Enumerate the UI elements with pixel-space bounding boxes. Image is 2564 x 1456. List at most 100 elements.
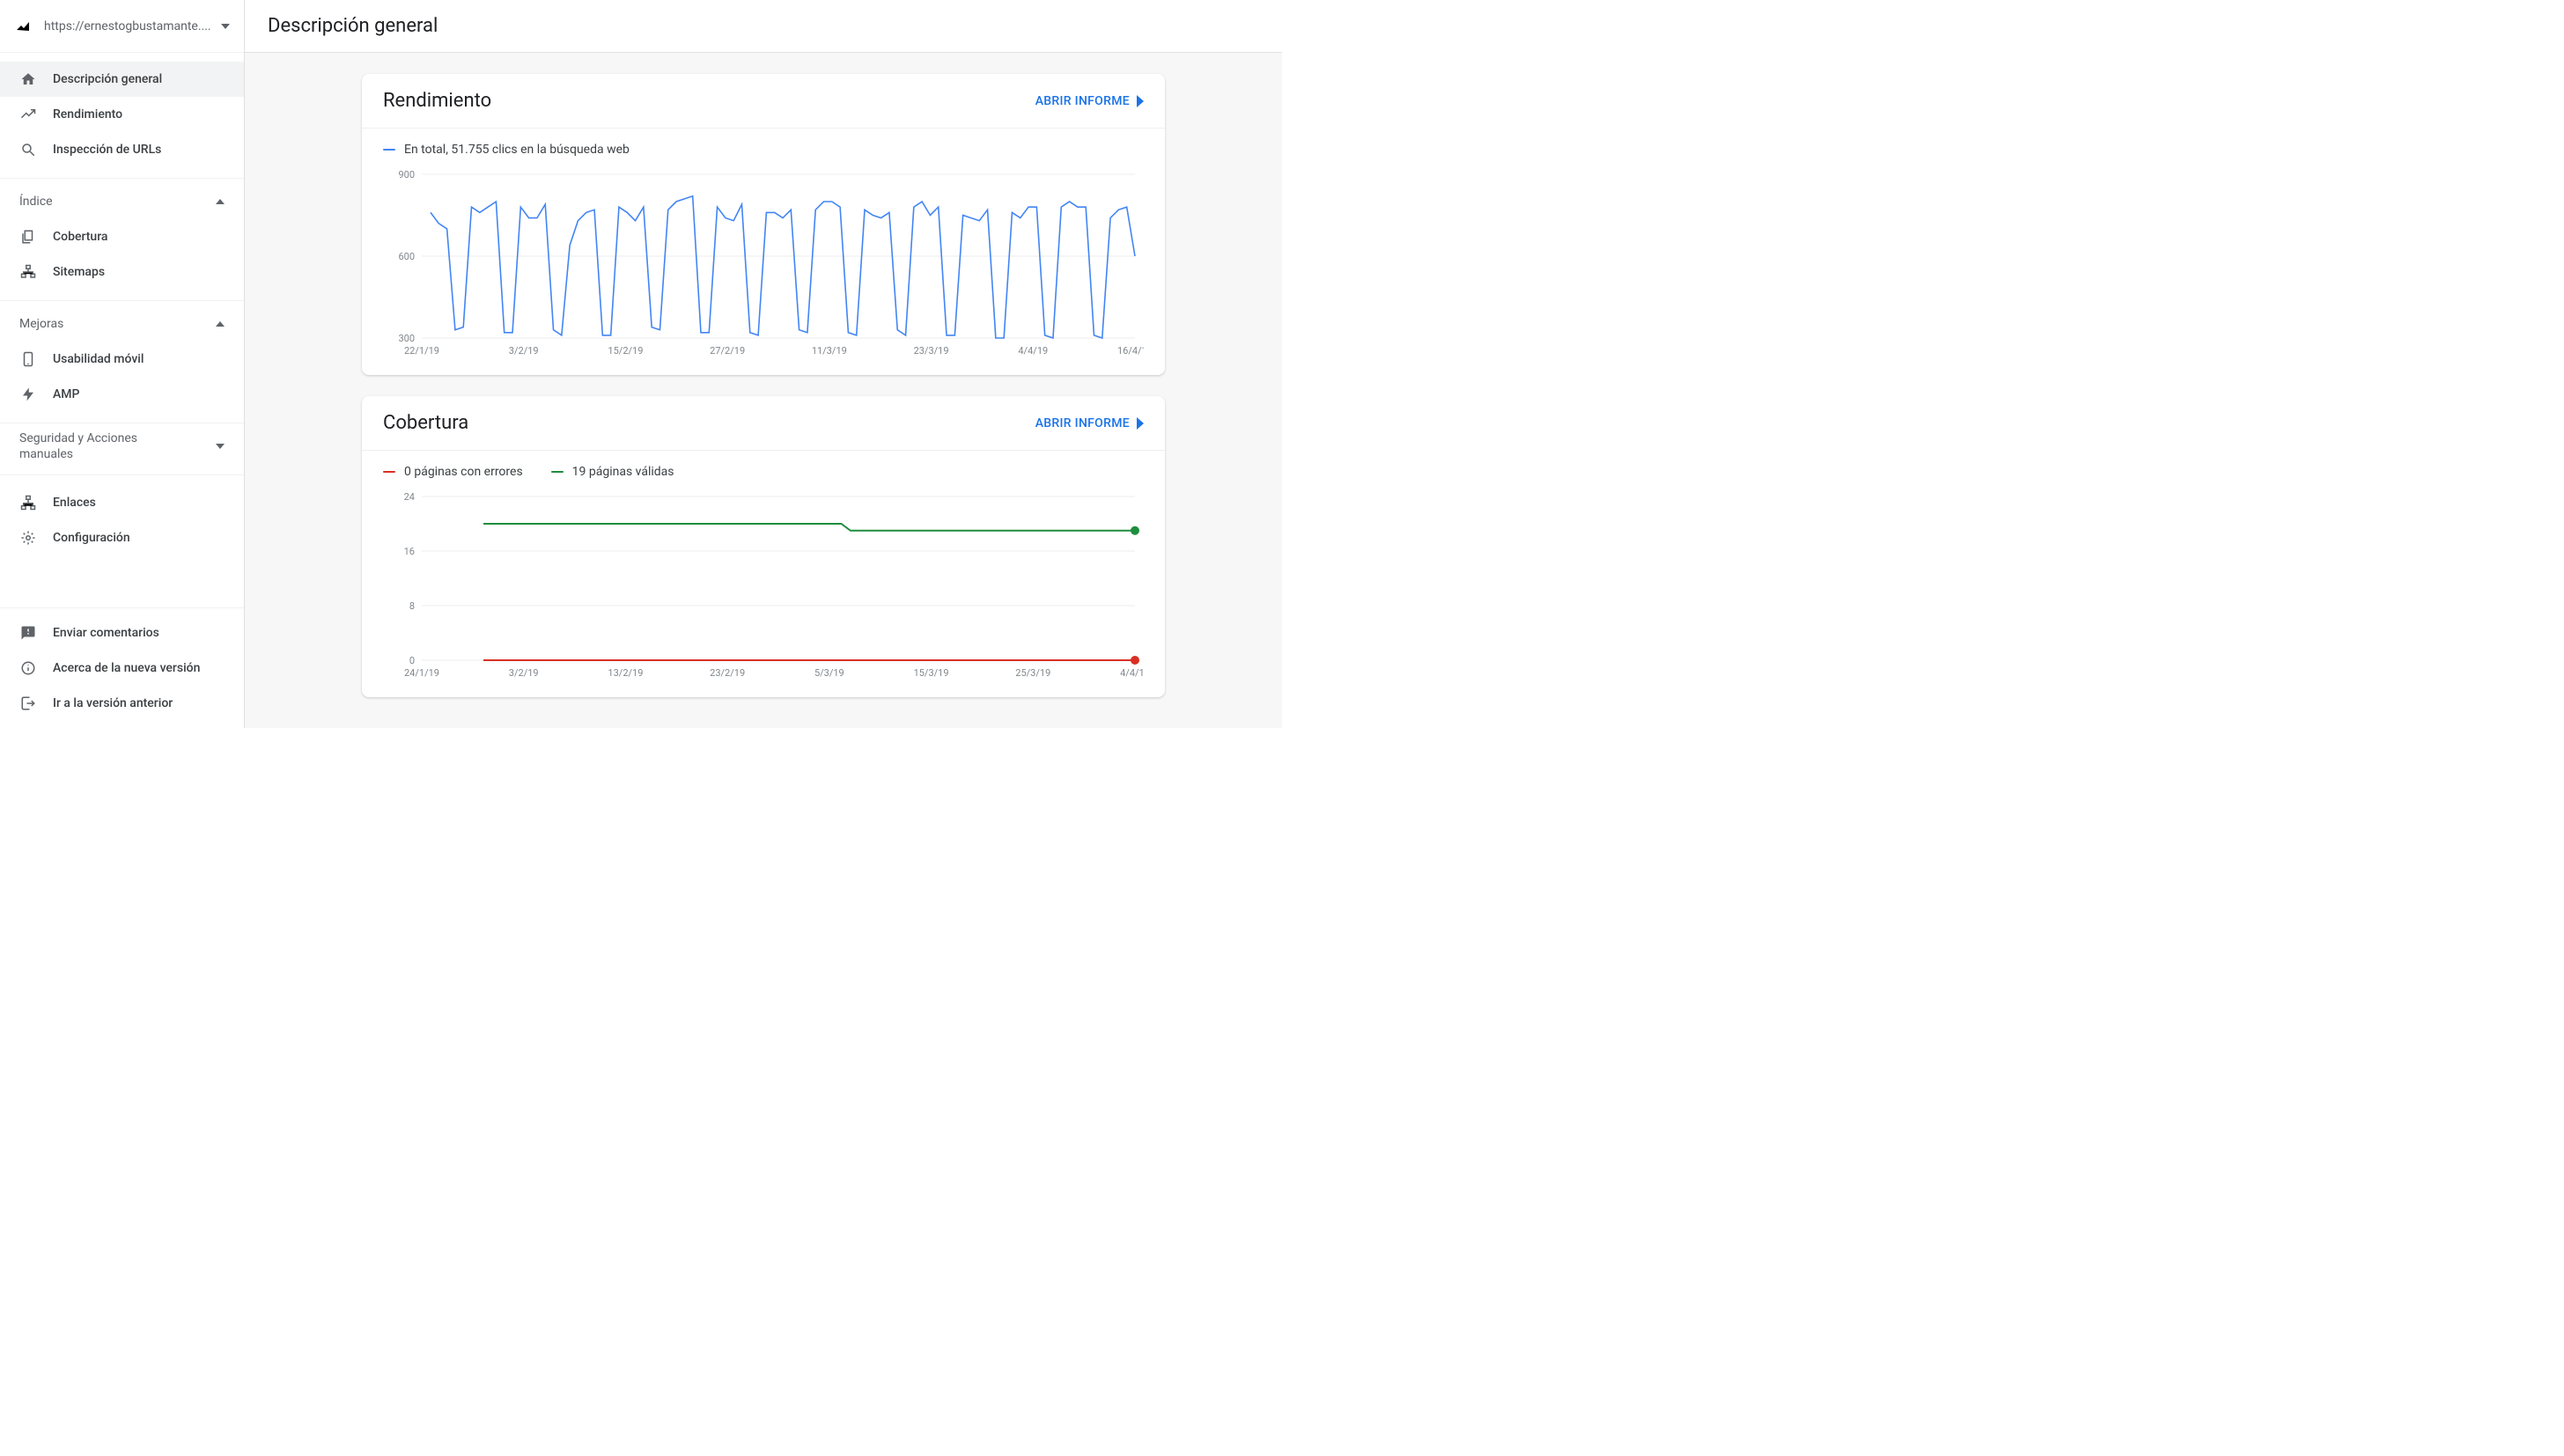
sidebar-item-amp[interactable]: AMP bbox=[0, 377, 244, 412]
sidebar-item-label: Sitemaps bbox=[53, 265, 105, 279]
property-url: https://ernestogbustamante.... bbox=[44, 19, 221, 33]
chevron-right-icon bbox=[1137, 417, 1144, 430]
section-title: Índice bbox=[19, 195, 53, 209]
open-report-label: ABRIR INFORME bbox=[1035, 94, 1130, 108]
sidebar-item-coverage[interactable]: Cobertura bbox=[0, 219, 244, 254]
card-title: Rendimiento bbox=[383, 90, 491, 112]
open-report-coverage[interactable]: ABRIR INFORME bbox=[1035, 416, 1144, 430]
swatch-blue bbox=[383, 149, 395, 151]
sidebar-item-label: Acerca de la nueva versión bbox=[53, 661, 200, 675]
open-report-performance[interactable]: ABRIR INFORME bbox=[1035, 94, 1144, 108]
svg-text:16/4/19: 16/4/19 bbox=[1117, 345, 1144, 357]
svg-text:15/3/19: 15/3/19 bbox=[914, 667, 949, 679]
svg-text:0: 0 bbox=[409, 655, 415, 666]
card-title: Cobertura bbox=[383, 412, 468, 434]
sidebar-item-label: Ir a la versión anterior bbox=[53, 696, 173, 710]
svg-text:24/1/19: 24/1/19 bbox=[404, 667, 439, 679]
svg-text:4/4/19: 4/4/19 bbox=[1018, 345, 1048, 357]
svg-text:900: 900 bbox=[398, 169, 415, 180]
svg-text:600: 600 bbox=[398, 251, 415, 262]
header: Descripción general bbox=[245, 0, 1282, 53]
sidebar-item-config[interactable]: Configuración bbox=[0, 520, 244, 555]
exit-icon bbox=[19, 695, 37, 712]
trend-icon bbox=[19, 106, 37, 123]
svg-text:8: 8 bbox=[409, 600, 415, 612]
mobile-icon bbox=[19, 350, 37, 368]
sidebar-item-links[interactable]: Enlaces bbox=[0, 485, 244, 520]
svg-text:5/3/19: 5/3/19 bbox=[814, 667, 844, 679]
svg-text:3/2/19: 3/2/19 bbox=[509, 345, 539, 357]
feedback-icon bbox=[19, 624, 37, 642]
sidebar-item-label: Rendimiento bbox=[53, 107, 122, 121]
svg-text:24: 24 bbox=[404, 491, 415, 503]
sidebar-item-label: Inspección de URLs bbox=[53, 143, 161, 157]
legend-label: 19 páginas válidas bbox=[572, 465, 674, 479]
sidebar-item-label: AMP bbox=[53, 387, 79, 401]
page-title: Descripción general bbox=[268, 15, 438, 37]
svg-text:22/1/19: 22/1/19 bbox=[404, 345, 439, 357]
property-favicon bbox=[14, 18, 32, 35]
section-index-header[interactable]: Índice bbox=[0, 178, 244, 219]
links-icon bbox=[19, 494, 37, 511]
legend-label: En total, 51.755 clics en la búsqueda we… bbox=[404, 143, 630, 157]
content: Rendimiento ABRIR INFORME En total, 51.7… bbox=[245, 53, 1282, 728]
sidebar-item-label: Cobertura bbox=[53, 230, 107, 244]
sidebar-item-label: Usabilidad móvil bbox=[53, 352, 144, 366]
svg-text:27/2/19: 27/2/19 bbox=[710, 345, 745, 357]
svg-text:25/3/19: 25/3/19 bbox=[1015, 667, 1050, 679]
sidebar-item-label: Enlaces bbox=[53, 496, 96, 510]
svg-text:16: 16 bbox=[404, 546, 415, 557]
swatch-green bbox=[551, 471, 564, 473]
main: Descripción general Rendimiento ABRIR IN… bbox=[245, 0, 1282, 728]
legend-label: 0 páginas con errores bbox=[404, 465, 523, 479]
info-icon bbox=[19, 659, 37, 677]
section-title: Mejoras bbox=[19, 317, 63, 331]
svg-text:3/2/19: 3/2/19 bbox=[509, 667, 539, 679]
chevron-up-icon bbox=[216, 321, 225, 327]
sitemap-icon bbox=[19, 263, 37, 281]
home-icon bbox=[19, 70, 37, 88]
sidebar-item-feedback[interactable]: Enviar comentarios bbox=[0, 615, 244, 651]
legend-clicks: En total, 51.755 clics en la búsqueda we… bbox=[383, 143, 630, 157]
sidebar-item-label: Configuración bbox=[53, 531, 130, 545]
chevron-down-icon bbox=[216, 444, 225, 449]
section-sec-header[interactable]: Seguridad y Acciones manuales bbox=[0, 423, 244, 464]
svg-text:4/4/19: 4/4/19 bbox=[1120, 667, 1144, 679]
svg-text:13/2/19: 13/2/19 bbox=[608, 667, 643, 679]
legend-valid: 19 páginas válidas bbox=[551, 465, 674, 479]
svg-text:23/2/19: 23/2/19 bbox=[710, 667, 745, 679]
svg-text:23/3/19: 23/3/19 bbox=[914, 345, 949, 357]
swatch-red bbox=[383, 471, 395, 473]
svg-text:300: 300 bbox=[398, 333, 415, 344]
chevron-up-icon bbox=[216, 199, 225, 204]
card-coverage: Cobertura ABRIR INFORME 0 páginas con er… bbox=[362, 396, 1165, 697]
sidebar-item-label: Enviar comentarios bbox=[53, 626, 159, 640]
sidebar: https://ernestogbustamante.... Descripci… bbox=[0, 0, 245, 728]
pages-icon bbox=[19, 228, 37, 246]
gear-icon bbox=[19, 529, 37, 547]
property-selector[interactable]: https://ernestogbustamante.... bbox=[0, 0, 244, 53]
nav-bottom: Enviar comentarios Acerca de la nueva ve… bbox=[0, 607, 244, 728]
svg-text:15/2/19: 15/2/19 bbox=[608, 345, 643, 357]
open-report-label: ABRIR INFORME bbox=[1035, 416, 1130, 430]
chevron-down-icon bbox=[221, 24, 230, 29]
bolt-icon bbox=[19, 386, 37, 403]
nav: Descripción general Rendimiento Inspecci… bbox=[0, 53, 244, 607]
chevron-right-icon bbox=[1137, 95, 1144, 107]
legend-errors: 0 páginas con errores bbox=[383, 465, 523, 479]
sidebar-item-label: Descripción general bbox=[53, 72, 162, 86]
sidebar-item-oldver[interactable]: Ir a la versión anterior bbox=[0, 686, 244, 721]
card-performance: Rendimiento ABRIR INFORME En total, 51.7… bbox=[362, 74, 1165, 375]
sidebar-item-mobile-usability[interactable]: Usabilidad móvil bbox=[0, 342, 244, 377]
sidebar-item-overview[interactable]: Descripción general bbox=[0, 62, 244, 97]
sidebar-item-about[interactable]: Acerca de la nueva versión bbox=[0, 651, 244, 686]
performance-chart: 030060090022/1/193/2/1915/2/1927/2/1911/… bbox=[383, 165, 1144, 359]
section-title: Seguridad y Acciones manuales bbox=[19, 430, 187, 462]
sidebar-item-performance[interactable]: Rendimiento bbox=[0, 97, 244, 132]
coverage-chart: 0 8 16 24 24/1/19 3/2/19 13/2/19 23/2/19 5/3/19 1… bbox=[383, 488, 1144, 681]
section-enh-header[interactable]: Mejoras bbox=[0, 300, 244, 342]
sidebar-item-url-inspect[interactable]: Inspección de URLs bbox=[0, 132, 244, 167]
svg-text:11/3/19: 11/3/19 bbox=[812, 345, 847, 357]
sidebar-item-sitemaps[interactable]: Sitemaps bbox=[0, 254, 244, 290]
search-icon bbox=[19, 141, 37, 158]
